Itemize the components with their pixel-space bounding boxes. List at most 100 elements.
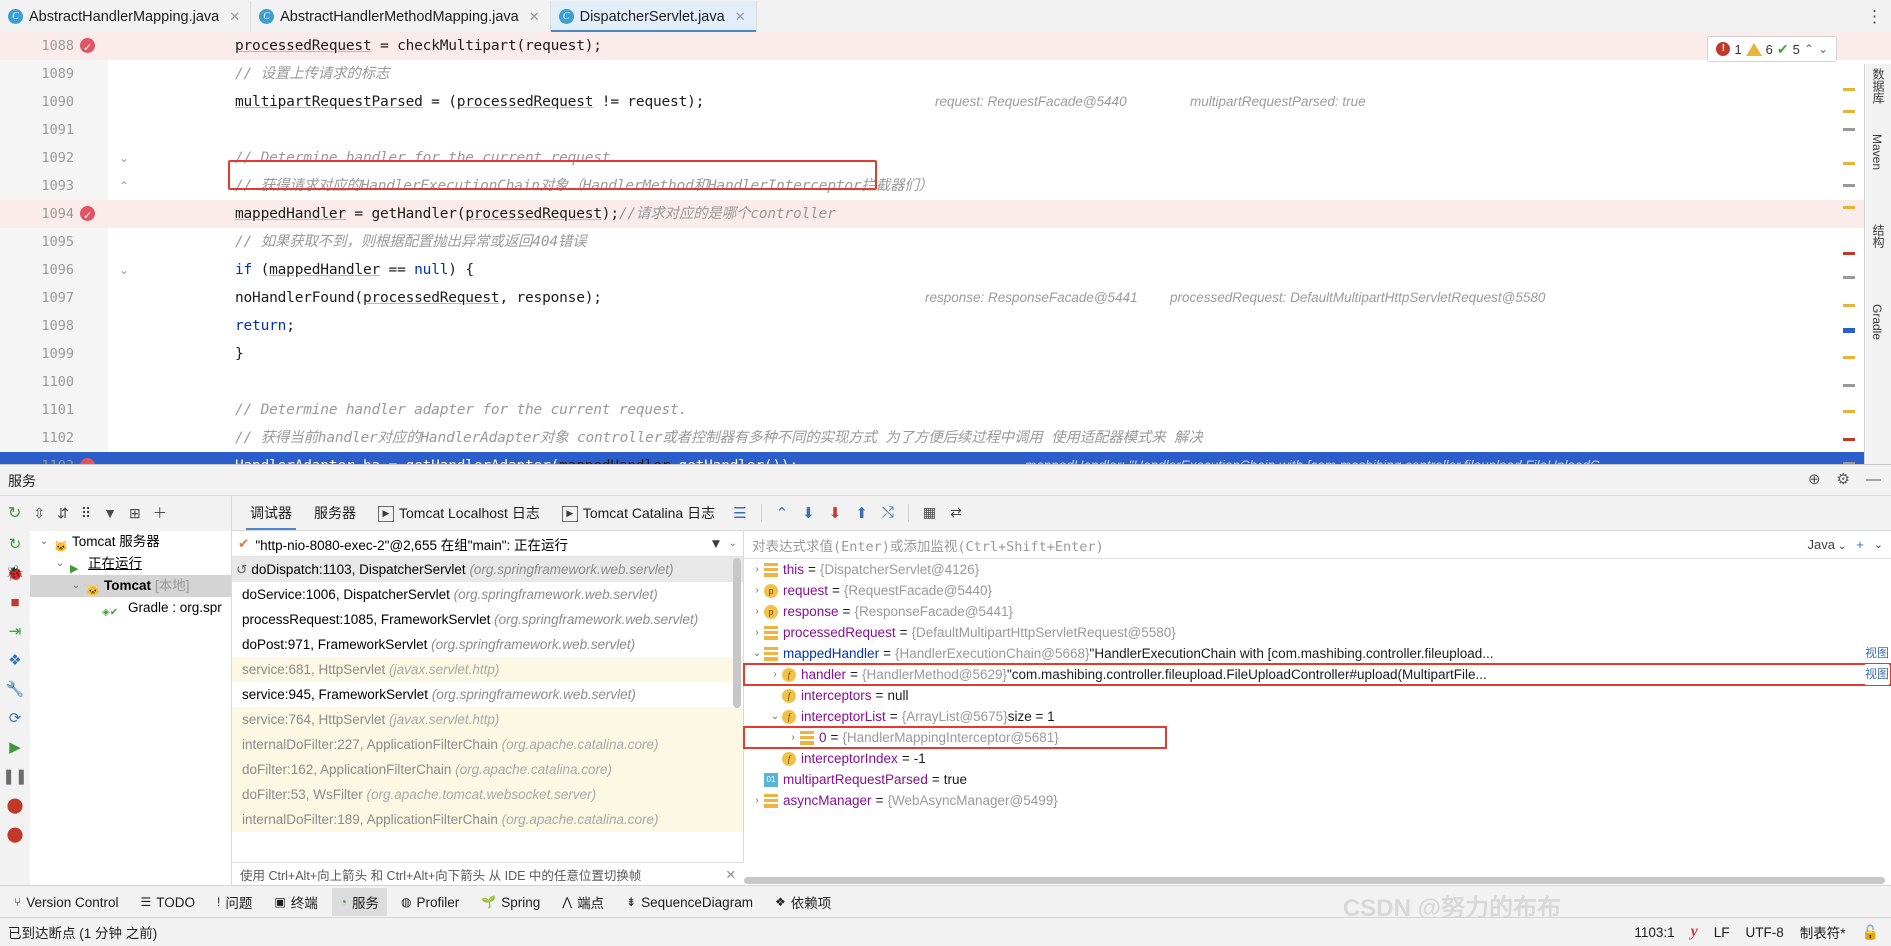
tool-window-button-端点[interactable]: ⋀ 端点 [554, 888, 612, 916]
expand-toggle-icon[interactable]: › [750, 622, 764, 643]
code-line[interactable]: 1092 ⌄ // Determine handler for the curren… [0, 144, 1891, 172]
show-config-icon[interactable]: ⊞ [129, 505, 141, 522]
variables-list[interactable]: › this = {DispatcherServlet@4126} › p request =… [743, 559, 1891, 811]
more-icon[interactable]: ⌄ [1874, 538, 1883, 551]
variable-row[interactable]: 01 multipartRequestParsed = true [744, 769, 1891, 790]
editor-tab-abstracthandlermapping[interactable]: C AbstractHandlerMapping.java ✕ [0, 1, 252, 32]
tool-window-button-TODO[interactable]: ☰ TODO [133, 891, 204, 914]
code-line[interactable]: 1101 // Determine handler adapter for the… [0, 396, 1891, 424]
line-number[interactable]: 1101 [0, 396, 74, 424]
chevron-down-icon[interactable]: ⌄ [38, 531, 50, 553]
services-tree[interactable]: ⌄ 🐱 Tomcat 服务器 ⌄ ▶ 正在运行 ⌄ 🐱 Tomcat [本地] ◈✔ Gradle … [30, 531, 232, 886]
code-line[interactable]: 1094 mappedHandler = getHandler(processed… [0, 200, 1891, 230]
variable-row[interactable]: › p request = {RequestFacade@5440} [744, 580, 1891, 601]
variable-row[interactable]: › f handler = {HandlerMethod@5629} "com.mash… [743, 663, 1891, 686]
breakpoints-icon[interactable]: ⬤ [7, 798, 24, 814]
frames-panel[interactable]: ✔ "http-nio-8080-exec-2"@2,655 在组"main":… [232, 531, 744, 886]
tool-window-button-终端[interactable]: ▣ 终端 [266, 888, 325, 916]
stack-frame[interactable]: processRequest:1085, FrameworkServlet (o… [232, 607, 743, 632]
tool-strip-database[interactable]: 数据库 [1870, 68, 1887, 104]
variable-row[interactable]: ⌄ mappedHandler = {HandlerExecutionChain@56… [744, 643, 1891, 664]
tool-window-button-Version Control[interactable]: ⑂ Version Control [6, 891, 127, 914]
expand-toggle-icon[interactable]: › [750, 580, 764, 601]
line-number[interactable]: 1092 [0, 144, 74, 172]
globe-icon[interactable]: ⊕ [1808, 470, 1821, 488]
gear-icon[interactable]: ⚙ [1837, 470, 1850, 488]
variables-panel[interactable]: 对表达式求值(Enter)或添加监视(Ctrl+Shift+Enter) Jav… [743, 531, 1891, 886]
breakpoint-icon[interactable] [80, 34, 95, 62]
breakpoint-icon[interactable] [80, 202, 95, 230]
evaluate-expression-input[interactable]: 对表达式求值(Enter)或添加监视(Ctrl+Shift+Enter) [752, 535, 1808, 555]
filter-icon[interactable]: ▼ [709, 536, 722, 551]
tool-window-button-Profiler[interactable]: ◍ Profiler [393, 891, 467, 914]
variable-row[interactable]: f interceptors = null [744, 685, 1891, 706]
layout-icon[interactable]: ☰ [733, 504, 746, 522]
code-line[interactable]: 1093 ⌃ // 获得请求对应的HandlerExecutionChain对象（H… [0, 172, 1891, 200]
code-line[interactable]: 1097 noHandlerFound(processedRequest, res… [0, 284, 1891, 312]
mute-breakpoints-icon[interactable]: ⬤ [7, 827, 24, 843]
editor-tab-abstracthandlermethodmapping[interactable]: C AbstractHandlerMethodMapping.java ✕ [251, 1, 551, 32]
file-encoding[interactable]: UTF-8 [1746, 925, 1784, 940]
code-fold-icon[interactable]: ⌄ [119, 256, 129, 284]
line-number[interactable]: 1093 [0, 172, 74, 200]
close-icon[interactable]: ✕ [735, 9, 746, 25]
expand-toggle-icon[interactable]: ⌄ [750, 643, 764, 664]
line-number[interactable]: 1099 [0, 340, 74, 368]
previous-problem-icon[interactable]: ⌃ [1804, 42, 1814, 56]
line-number[interactable]: 1089 [0, 60, 74, 88]
import-icon[interactable]: ⬇ [802, 504, 815, 522]
code-fold-icon[interactable]: ⌄ [119, 144, 129, 172]
expand-toggle-icon[interactable]: › [750, 559, 764, 580]
line-number[interactable]: 1103 [0, 452, 74, 464]
services-tree-node[interactable]: ◈✔ Gradle : org.spr [30, 597, 231, 619]
stack-frame[interactable]: service:945, FrameworkServlet (org.sprin… [232, 682, 743, 707]
caret-position[interactable]: 1103:1 [1634, 925, 1674, 940]
variable-view-link[interactable]: 视图 [1864, 643, 1889, 664]
stack-frame[interactable]: internalDoFilter:227, ApplicationFilterC… [232, 732, 743, 757]
refresh-icon[interactable]: ⟳ [9, 711, 22, 727]
filter-icon[interactable]: ▼ [103, 505, 117, 521]
variable-row[interactable]: › this = {DispatcherServlet@4126} [744, 559, 1891, 580]
chevron-down-icon[interactable]: ⌄ [729, 538, 737, 549]
variable-row[interactable]: › processedRequest = {DefaultMultipartHttpS… [744, 622, 1891, 643]
tool-window-button-依赖项[interactable]: ❖ 依赖项 [767, 888, 839, 916]
code-line[interactable]: 1096 ⌄ if (mappedHandler == null) { [0, 256, 1891, 284]
wrench-icon[interactable]: 🔧 [6, 682, 25, 698]
upload-icon[interactable]: ⬆ [855, 504, 868, 522]
expand-toggle-icon[interactable]: › [786, 727, 800, 748]
expand-toggle-icon[interactable]: › [768, 664, 782, 685]
line-number[interactable]: 1094 [0, 200, 74, 228]
line-number[interactable]: 1102 [0, 424, 74, 452]
tab-tomcat-localhost-log[interactable]: ▶ Tomcat Localhost 日志 [374, 496, 544, 530]
right-tool-strip[interactable]: 数据库 Maven 结构 Gradle [1864, 64, 1891, 464]
stack-frame[interactable]: doFilter:162, ApplicationFilterChain (or… [232, 757, 743, 782]
editor-tab-dispatcherservlet[interactable]: C DispatcherServlet.java ✕ [550, 1, 757, 32]
tool-strip-structure[interactable]: 结构 [1870, 224, 1887, 248]
code-line[interactable]: 1090 multipartRequestParsed = (processedR… [0, 88, 1891, 116]
line-number[interactable]: 1098 [0, 312, 74, 340]
code-line[interactable]: 1089 // 设置上传请求的标志 [0, 60, 1891, 88]
variable-row[interactable]: › 0 = {HandlerMappingInterceptor@5681} [743, 726, 1167, 749]
line-number[interactable]: 1088 [0, 32, 74, 60]
variable-row[interactable]: f interceptorIndex = -1 [744, 748, 1891, 769]
expand-toggle-icon[interactable]: ⌄ [768, 706, 782, 727]
rerun-icon[interactable]: ↻ [9, 537, 22, 553]
thread-selector[interactable]: ✔ "http-nio-8080-exec-2"@2,655 在组"main":… [232, 531, 743, 557]
rerun-icon[interactable]: ↻ [8, 503, 21, 523]
variables-horizontal-scrollbar[interactable] [744, 877, 1885, 884]
resume-icon[interactable]: ▶ [9, 740, 21, 756]
debug-icon[interactable]: 🐞 [6, 566, 25, 582]
services-tree-node[interactable]: ⌄ 🐱 Tomcat 服务器 [30, 531, 231, 553]
stack-frame[interactable]: service:764, HttpServlet (javax.servlet.… [232, 707, 743, 732]
code-fold-icon[interactable]: ⌃ [119, 172, 129, 200]
tab-server[interactable]: 服务器 [310, 496, 360, 530]
code-line[interactable]: 1103 HandlerAdapter ha = getHandlerAdapte… [0, 452, 1891, 464]
line-number[interactable]: 1095 [0, 228, 74, 256]
stack-frame[interactable]: doService:1006, DispatcherServlet (org.s… [232, 582, 743, 607]
inspection-widget[interactable]: ! 1 6 ✔ 5 ⌃ ⌄ [1707, 36, 1837, 62]
stack-frame[interactable]: ↺ doDispatch:1103, DispatcherServlet (org… [232, 557, 743, 582]
more-options-icon[interactable]: ⋮ [1866, 8, 1883, 25]
next-problem-icon[interactable]: ⌄ [1818, 42, 1828, 56]
expand-all-icon[interactable]: ⇳ [33, 505, 45, 522]
indent-setting[interactable]: 制表符* [1800, 922, 1846, 942]
